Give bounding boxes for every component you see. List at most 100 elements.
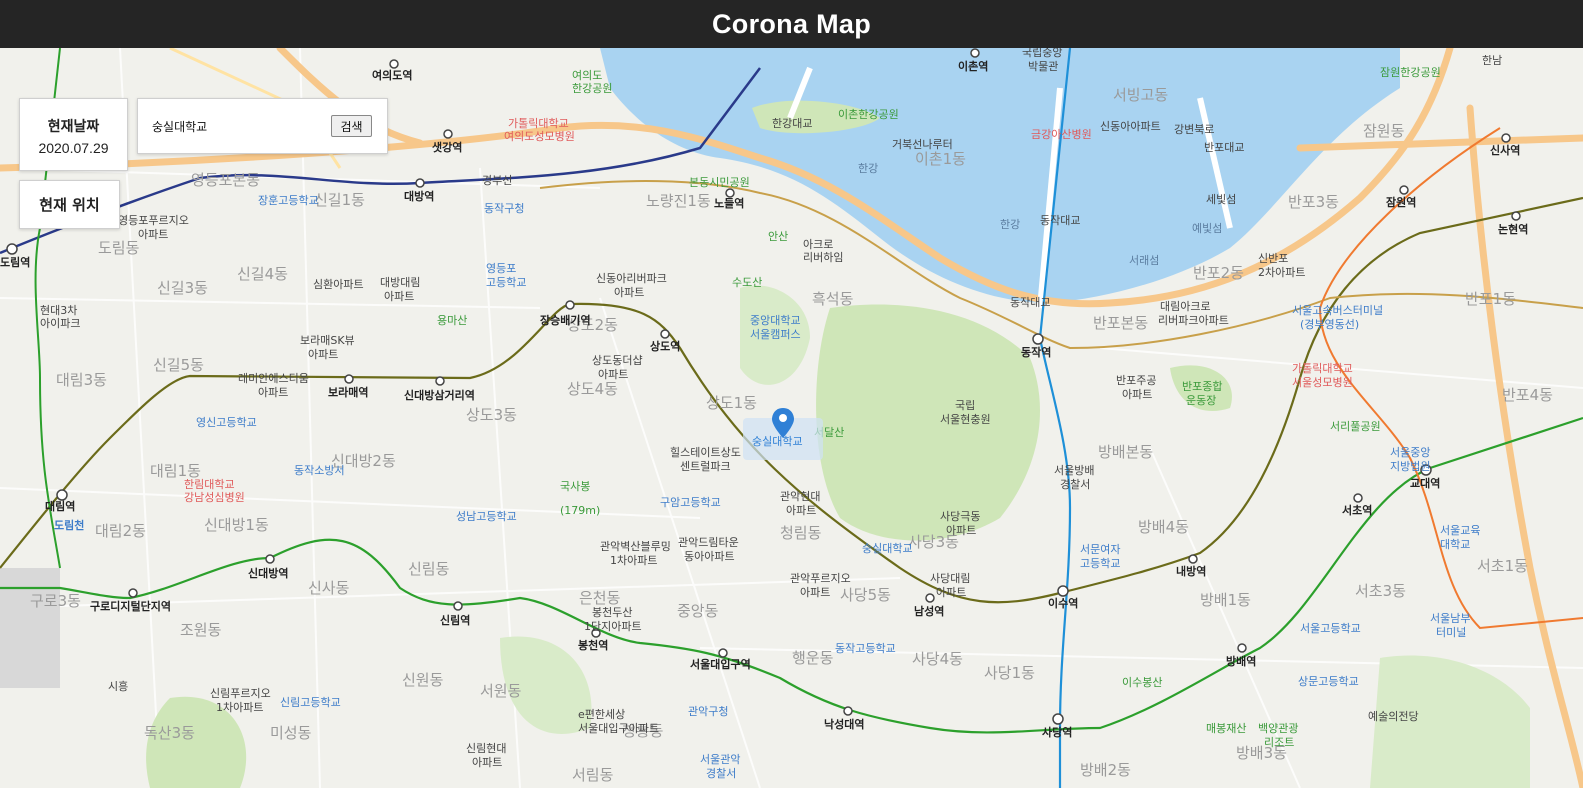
svg-text:지방법원: 지방법원 — [1390, 460, 1430, 473]
svg-text:서울현충원: 서울현충원 — [940, 413, 991, 426]
svg-text:영등포본동: 영등포본동 — [191, 171, 260, 189]
svg-text:아이파크: 아이파크 — [40, 317, 80, 330]
svg-text:잠원한강공원: 잠원한강공원 — [1380, 66, 1441, 79]
marker-label: 숭실대학교 — [752, 435, 803, 448]
svg-text:강남성심병원: 강남성심병원 — [184, 491, 245, 504]
svg-text:아파트: 아파트 — [472, 756, 502, 769]
svg-text:아파트: 아파트 — [786, 504, 816, 517]
map-layer[interactable]: 노량진1동흑석동상도1동 상도2동상도3동상도4동 신대방2동신대방1동대림1동… — [0, 48, 1583, 788]
svg-text:관악푸르지오: 관악푸르지오 — [790, 572, 851, 585]
svg-text:거북선나루터: 거북선나루터 — [892, 138, 953, 151]
svg-text:방배역: 방배역 — [1226, 654, 1256, 668]
svg-text:서리풀공원: 서리풀공원 — [1330, 420, 1381, 433]
svg-text:여의도: 여의도 — [572, 69, 602, 82]
svg-text:매봉재산: 매봉재산 — [1206, 722, 1246, 735]
svg-text:동작대교: 동작대교 — [1040, 214, 1080, 227]
search-button[interactable]: 검색 — [331, 115, 372, 137]
svg-text:행운동: 행운동 — [792, 649, 834, 667]
map-canvas[interactable]: 노량진1동 흑석동 상도1동 상도2동 상도3동 상도4동 신대방2동 신대방1동 대림1동… — [0, 48, 1583, 788]
svg-text:동작구청: 동작구청 — [484, 202, 524, 215]
svg-text:신동아아파트: 신동아아파트 — [1100, 120, 1161, 133]
svg-text:독산3동: 독산3동 — [144, 724, 195, 742]
svg-text:관악벽산블루밍: 관악벽산블루밍 — [600, 540, 671, 553]
svg-text:봉천역: 봉천역 — [578, 638, 608, 652]
svg-text:심환아파트: 심환아파트 — [313, 278, 364, 291]
svg-text:중앙대학교: 중앙대학교 — [750, 314, 801, 327]
svg-text:동작고등학교: 동작고등학교 — [835, 642, 896, 655]
svg-text:1차아파트: 1차아파트 — [216, 701, 263, 714]
svg-text:반포4동: 반포4동 — [1502, 386, 1553, 404]
svg-text:노량진1동: 노량진1동 — [646, 192, 711, 210]
svg-text:대학교: 대학교 — [1440, 538, 1470, 551]
app-title: Corona Map — [711, 8, 871, 39]
svg-text:반포3동: 반포3동 — [1288, 193, 1339, 211]
svg-text:서초1동: 서초1동 — [1477, 557, 1528, 575]
svg-text:서울중앙: 서울중앙 — [1390, 446, 1430, 459]
svg-text:구로3동: 구로3동 — [30, 592, 81, 610]
svg-text:레미안에스티움: 레미안에스티움 — [238, 372, 309, 385]
svg-text:아크로: 아크로 — [803, 238, 833, 251]
svg-text:상도1동: 상도1동 — [706, 394, 757, 412]
svg-text:아파트: 아파트 — [800, 586, 830, 599]
search-input[interactable] — [152, 116, 320, 136]
svg-text:신림동: 신림동 — [408, 560, 450, 578]
svg-text:대림아크로: 대림아크로 — [1160, 300, 1211, 313]
svg-text:상도동더샵: 상도동더샵 — [592, 354, 643, 367]
svg-text:숭실대학교: 숭실대학교 — [862, 542, 913, 555]
svg-text:노들역: 노들역 — [714, 196, 744, 210]
svg-text:서래섬: 서래섬 — [1129, 254, 1159, 267]
date-value: 2020.07.29 — [38, 140, 109, 156]
svg-text:한강대교: 한강대교 — [772, 117, 812, 130]
svg-text:아파트: 아파트 — [598, 368, 628, 381]
svg-text:이촌역: 이촌역 — [958, 59, 988, 73]
svg-text:가톨릭대학교: 가톨릭대학교 — [508, 117, 569, 130]
svg-text:샛강역: 샛강역 — [432, 140, 462, 154]
svg-text:아파트: 아파트 — [308, 348, 338, 361]
svg-text:상도역: 상도역 — [650, 339, 680, 353]
svg-text:경찰서: 경찰서 — [1060, 478, 1090, 491]
svg-text:대림2동: 대림2동 — [95, 522, 146, 540]
svg-text:신림푸르지오: 신림푸르지오 — [210, 687, 271, 700]
svg-text:국사봉: 국사봉 — [560, 480, 590, 493]
svg-text:아파트: 아파트 — [258, 386, 288, 399]
current-location-button[interactable]: 현재 위치 — [19, 180, 120, 229]
search-panel: 검색 — [137, 98, 388, 154]
svg-text:서문여자: 서문여자 — [1080, 543, 1120, 556]
svg-text:신사역: 신사역 — [1490, 143, 1520, 157]
svg-text:흑석동: 흑석동 — [812, 290, 854, 308]
svg-text:서울고속버스터미널: 서울고속버스터미널 — [1292, 304, 1383, 317]
svg-text:서울캠퍼스: 서울캠퍼스 — [750, 328, 801, 341]
svg-text:장승배기역: 장승배기역 — [540, 313, 591, 327]
svg-text:수도산: 수도산 — [732, 276, 762, 289]
svg-text:상도4동: 상도4동 — [567, 380, 618, 398]
svg-text:경찰서: 경찰서 — [706, 767, 736, 780]
svg-text:잠원역: 잠원역 — [1386, 195, 1416, 209]
svg-text:(179m): (179m) — [560, 504, 600, 517]
svg-text:이수역: 이수역 — [1048, 596, 1078, 610]
svg-text:도림동: 도림동 — [98, 239, 140, 257]
svg-text:신반포: 신반포 — [1258, 252, 1288, 265]
svg-text:현대3차: 현대3차 — [40, 304, 77, 317]
svg-text:세빛섬: 세빛섬 — [1206, 193, 1236, 206]
svg-text:한강공원: 한강공원 — [572, 82, 612, 95]
svg-text:본동시민공원: 본동시민공원 — [689, 176, 750, 189]
svg-text:서초3동: 서초3동 — [1355, 582, 1406, 600]
svg-text:상문고등학교: 상문고등학교 — [1298, 675, 1359, 688]
svg-text:신대방역: 신대방역 — [248, 566, 288, 580]
svg-text:이수봉산: 이수봉산 — [1122, 676, 1162, 689]
svg-text:내방역: 내방역 — [1176, 564, 1206, 578]
svg-text:대방역: 대방역 — [404, 189, 434, 203]
svg-text:사당1동: 사당1동 — [984, 664, 1035, 682]
svg-text:동아아파트: 동아아파트 — [684, 550, 735, 563]
svg-text:국립: 국립 — [955, 399, 975, 412]
svg-text:아파트: 아파트 — [946, 524, 976, 537]
svg-text:예빛섬: 예빛섬 — [1192, 222, 1222, 235]
svg-text:여의도성모병원: 여의도성모병원 — [504, 130, 575, 143]
svg-text:신림고등학교: 신림고등학교 — [280, 696, 341, 709]
svg-text:대방대림: 대방대림 — [380, 276, 420, 289]
svg-text:영등포푸르지오: 영등포푸르지오 — [118, 214, 189, 227]
svg-text:가톨릭대학교: 가톨릭대학교 — [1292, 362, 1353, 375]
svg-text:신림현대: 신림현대 — [466, 742, 506, 755]
svg-text:터미널: 터미널 — [1436, 626, 1466, 639]
svg-text:리버하임: 리버하임 — [803, 250, 843, 264]
